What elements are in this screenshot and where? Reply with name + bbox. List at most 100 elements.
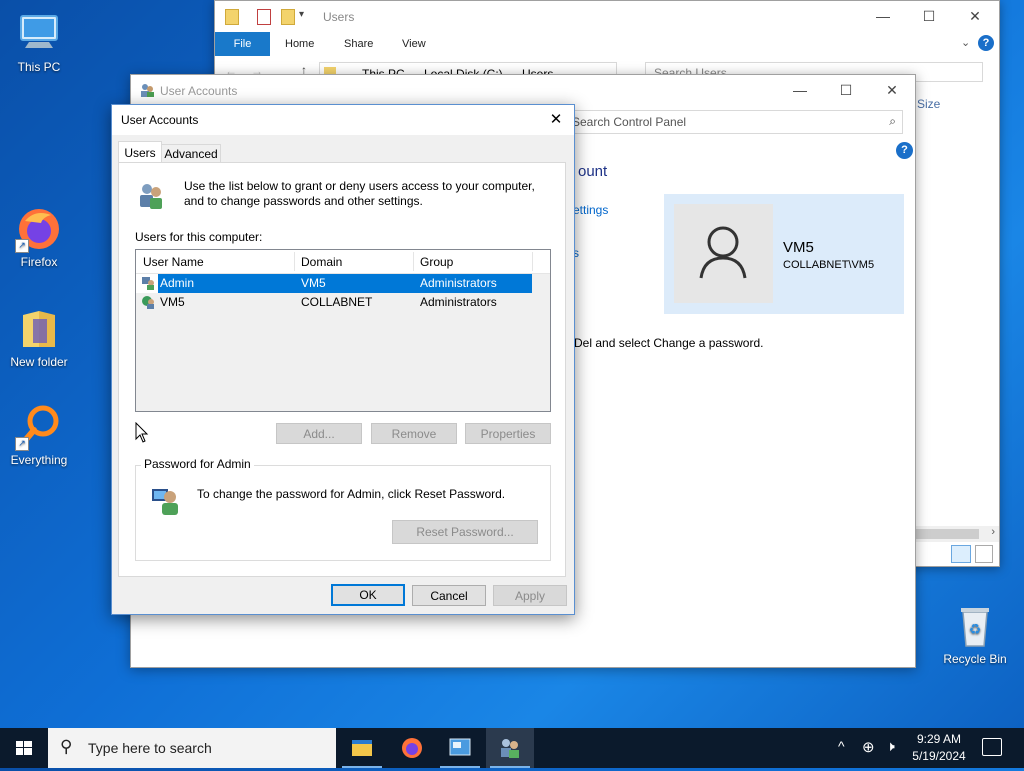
search-control-panel-input[interactable]: Search Control Panel ⌕ [565, 110, 903, 134]
notification-center-icon[interactable] [982, 738, 1002, 756]
password-groupbox [135, 465, 551, 561]
large-icons-view-icon[interactable] [975, 545, 993, 563]
ribbon-tab-file[interactable]: File [215, 32, 270, 56]
clock[interactable]: 9:29 AM 5/19/2024 [906, 731, 972, 765]
account-settings-link[interactable]: ettings [573, 203, 608, 217]
password-key-icon [150, 485, 182, 517]
ribbon-tab-view[interactable]: View [402, 38, 426, 50]
user-accounts-icon [501, 739, 519, 758]
tab-page: Use the list below to grant or deny user… [118, 162, 566, 577]
scrollbar-thumb[interactable] [915, 529, 979, 539]
tab-users[interactable]: Users [118, 141, 162, 164]
domain-cell: COLLABNET [301, 295, 373, 309]
apply-button[interactable]: Apply [493, 585, 567, 606]
customize-quick-access-icon[interactable]: ▾ [299, 9, 304, 20]
account-card: VM5 COLLABNET\VM5 [664, 194, 904, 314]
column-domain[interactable]: Domain [301, 255, 342, 269]
horizontal-scrollbar[interactable]: › [915, 526, 999, 542]
account-name: VM5 [783, 239, 814, 256]
network-globe-icon[interactable]: ⊕ [862, 738, 875, 756]
ok-button[interactable]: OK [331, 584, 405, 606]
group-cell: Administrators [420, 295, 497, 309]
list-header: User Name Domain Group [136, 250, 550, 274]
tab-advanced[interactable]: Advanced [161, 144, 221, 164]
table-row[interactable]: Admin VM5 Administrators [136, 274, 532, 293]
explorer-ribbon: File Home Share View ⌄ ? [215, 32, 999, 56]
expand-ribbon-icon[interactable]: ⌄ [961, 36, 970, 49]
recycle-bin-icon: ♻ [951, 602, 999, 650]
explorer-window-title: Users [323, 10, 355, 24]
desktop-icon-new-folder[interactable]: New folder [1, 305, 77, 369]
user-accounts-dialog[interactable]: User Accounts ✕ Users Advanced Use the l… [111, 104, 575, 615]
dialog-title: User Accounts [121, 113, 199, 127]
add-user-button[interactable]: Add... [276, 423, 362, 444]
desktop-icon-everything[interactable]: ↗ Everything [1, 403, 77, 467]
volume-muted-icon[interactable]: 🕨 [886, 738, 895, 755]
quick-access-folder-icon[interactable] [225, 9, 239, 25]
column-group[interactable]: Group [420, 255, 453, 269]
dialog-title-bar: User Accounts ✕ [112, 105, 574, 135]
dialog-close-button[interactable]: ✕ [544, 109, 568, 131]
remove-user-button[interactable]: Remove [371, 423, 457, 444]
minimize-button[interactable]: — [777, 75, 823, 106]
close-button[interactable]: ✕ [952, 1, 998, 32]
column-divider [413, 252, 414, 271]
properties-button[interactable]: Properties [465, 423, 551, 444]
clock-date: 5/19/2024 [912, 749, 966, 763]
intro-text: Use the list below to grant or deny user… [184, 179, 535, 208]
desktop-icon-label: This PC [17, 60, 61, 74]
scroll-right-icon[interactable]: › [991, 526, 995, 538]
taskbar-search-box[interactable]: ⚲ Type here to search [48, 728, 336, 768]
file-explorer-icon [352, 740, 372, 756]
user-name-cell: VM5 [160, 295, 185, 309]
user-icon [141, 276, 155, 290]
firefox-icon [402, 738, 422, 758]
cancel-button[interactable]: Cancel [412, 585, 486, 606]
windows-logo-icon [16, 741, 32, 755]
ribbon-tab-home[interactable]: Home [285, 38, 314, 50]
help-icon[interactable]: ? [978, 35, 994, 51]
taskbar-firefox[interactable] [388, 728, 436, 768]
desktop-icon-firefox[interactable]: ↗ Firefox [1, 205, 77, 269]
explorer-title-bar: ▾ Users — ☐ ✕ [215, 1, 999, 32]
search-icon: ⚲ [60, 737, 73, 756]
minimize-button[interactable]: — [860, 1, 906, 32]
users-list-view[interactable]: User Name Domain Group Admin VM5 Adminis… [135, 249, 551, 412]
user-accounts-icon [139, 82, 155, 98]
group-cell: Administrators [420, 276, 497, 290]
close-button[interactable]: ✕ [869, 75, 915, 106]
search-placeholder: Search Control Panel [572, 115, 687, 129]
maximize-button[interactable]: ☐ [823, 75, 869, 106]
account-domain: COLLABNET\VM5 [783, 259, 875, 271]
column-user-name[interactable]: User Name [143, 255, 204, 269]
ribbon-tab-share[interactable]: Share [344, 38, 373, 50]
svg-text:♻: ♻ [969, 622, 982, 638]
person-icon [699, 226, 747, 279]
show-hidden-icons-chevron-icon[interactable]: ^ [838, 738, 845, 754]
everything-search-icon: ↗ [15, 403, 63, 451]
maximize-button[interactable]: ☐ [906, 1, 952, 32]
taskbar: ⚲ Type here to search ^ ⊕ 🕨 9:29 AM 5/19… [0, 728, 1024, 768]
taskbar-control-panel[interactable] [436, 728, 484, 768]
domain-cell: VM5 [301, 276, 326, 290]
folder-icon [15, 305, 63, 353]
size-column-header[interactable]: Size [917, 97, 940, 111]
desktop-icon-label: Firefox [20, 255, 58, 269]
desktop-icon-recycle-bin[interactable]: ♻ Recycle Bin [937, 602, 1013, 666]
table-row[interactable]: VM5 COLLABNET Administrators [136, 293, 532, 312]
user-name-cell: Admin [160, 276, 195, 290]
desktop-icon-this-pc[interactable]: This PC [1, 10, 77, 74]
details-view-icon[interactable] [951, 545, 971, 563]
help-icon[interactable]: ? [896, 142, 913, 159]
users-group-icon [135, 179, 167, 211]
users-for-computer-label: Users for this computer: [135, 230, 263, 244]
properties-quick-icon[interactable] [257, 9, 271, 25]
change-password-instruction: Del and select Change a password. [574, 336, 764, 350]
domain-user-icon [141, 295, 155, 309]
new-folder-quick-icon[interactable] [281, 9, 295, 25]
taskbar-file-explorer[interactable] [338, 728, 386, 768]
taskbar-user-accounts[interactable] [486, 728, 534, 768]
reset-password-button[interactable]: Reset Password... [392, 520, 538, 544]
start-button[interactable] [0, 728, 48, 768]
search-icon: ⌕ [889, 114, 896, 128]
